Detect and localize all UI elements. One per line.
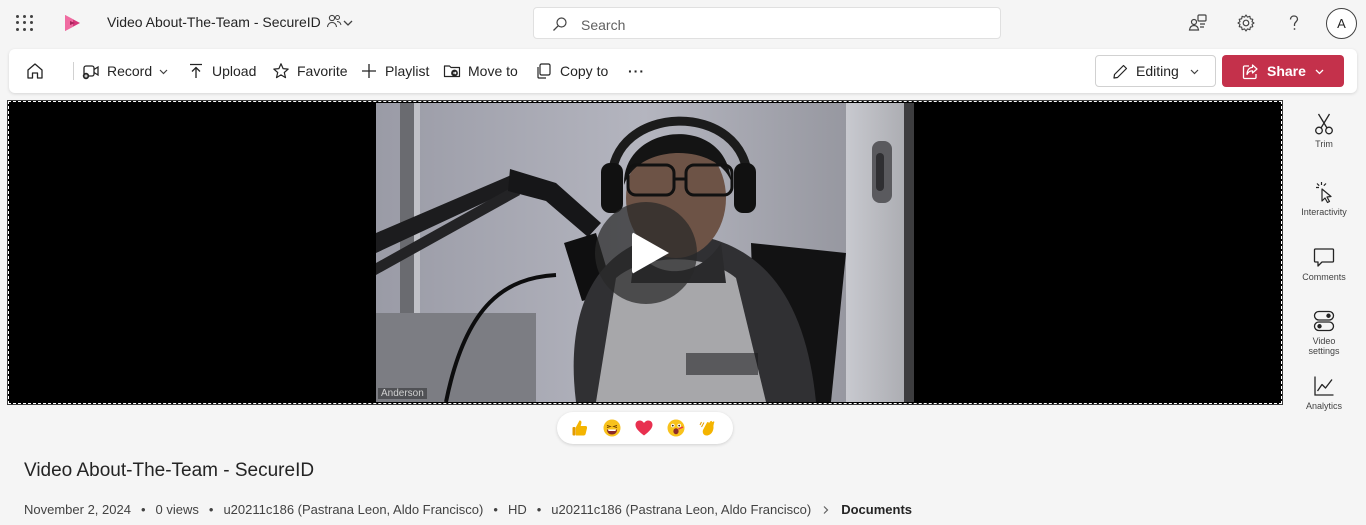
separator: • <box>493 502 498 517</box>
analytics-tool[interactable]: Analytics <box>1290 374 1358 411</box>
feedback-icon[interactable] <box>1188 13 1208 33</box>
editing-label: Editing <box>1136 63 1179 79</box>
editing-mode-button[interactable]: Editing <box>1095 55 1216 87</box>
user-avatar[interactable]: A <box>1326 8 1357 39</box>
copy-icon <box>537 63 551 79</box>
upload-date: November 2, 2024 <box>24 502 131 517</box>
share-button[interactable]: Share <box>1222 55 1344 87</box>
video-player[interactable]: Anderson <box>7 100 1283 405</box>
thumbs-up-icon <box>572 420 588 436</box>
separator: • <box>140 502 146 517</box>
settings-gear-icon[interactable] <box>1236 13 1256 33</box>
chevron-down-icon <box>1315 69 1324 74</box>
chevron-down-icon <box>1190 69 1199 74</box>
search-box[interactable]: Search <box>533 7 1001 39</box>
copy-to-label: Copy to <box>560 63 609 79</box>
reactions-bar <box>557 412 733 444</box>
search-placeholder: Search <box>581 17 626 33</box>
analytics-label: Analytics <box>1305 401 1342 411</box>
move-to-label: Move to <box>468 63 518 79</box>
quality-badge: HD <box>507 502 527 517</box>
comment-icon <box>1313 248 1335 267</box>
owner-name[interactable]: u20211c186 (Pastrana Leon, Aldo Francisc… <box>223 502 483 517</box>
upload-label: Upload <box>212 63 257 79</box>
home-icon <box>27 63 43 79</box>
breadcrumb-folder[interactable]: Documents <box>841 502 912 517</box>
trim-label: Trim <box>1315 139 1333 149</box>
stream-logo-icon[interactable] <box>61 12 83 34</box>
interactivity-tool[interactable]: Interactivity <box>1290 180 1358 217</box>
more-actions-button[interactable]: ··· <box>628 49 645 93</box>
video-settings-tool[interactable]: Video settings <box>1290 309 1358 356</box>
star-icon <box>273 63 289 79</box>
search-icon <box>553 17 567 31</box>
trim-tool[interactable]: Trim <box>1290 112 1358 149</box>
share-icon <box>1242 63 1258 79</box>
shared-people-icon[interactable] <box>326 13 342 29</box>
toggle-settings-icon <box>1313 310 1335 332</box>
surprised-reaction[interactable] <box>666 418 686 438</box>
command-bar: Record Upload Favorite Playlist Move to <box>9 49 1357 93</box>
playlist-label: Playlist <box>385 63 430 79</box>
separator: • <box>536 502 542 517</box>
add-icon <box>362 64 376 78</box>
applause-reaction[interactable] <box>698 418 718 438</box>
comments-label: Comments <box>1302 272 1346 282</box>
interactivity-label: Interactivity <box>1301 207 1347 217</box>
pencil-icon <box>1113 64 1128 79</box>
video-settings-label-1: Video <box>1312 336 1336 346</box>
record-video-icon <box>82 65 99 80</box>
upload-button[interactable]: Upload <box>187 49 256 93</box>
laughing-face-icon <box>603 419 621 437</box>
line-chart-icon <box>1314 376 1334 396</box>
thumbs-up-reaction[interactable] <box>570 418 590 438</box>
share-label: Share <box>1267 63 1306 79</box>
move-folder-icon <box>443 65 461 78</box>
separator: • <box>208 502 214 517</box>
cursor-click-icon <box>1316 182 1332 204</box>
heart-reaction[interactable] <box>634 418 654 438</box>
play-button[interactable] <box>595 202 697 304</box>
copy-to-button[interactable]: Copy to <box>535 49 608 93</box>
heart-icon <box>635 420 653 436</box>
upload-icon <box>190 63 202 78</box>
chevron-down-icon <box>159 69 168 74</box>
top-bar: Video About-The-Team - SecureID Search A <box>0 0 1366 46</box>
help-icon[interactable] <box>1284 13 1304 33</box>
video-frame[interactable]: Anderson <box>376 103 914 402</box>
chevron-right-icon <box>823 505 829 514</box>
clapping-hands-icon <box>699 420 715 436</box>
view-count: 0 views <box>155 502 199 517</box>
comments-tool[interactable]: Comments <box>1290 245 1358 282</box>
chevron-down-icon[interactable] <box>342 17 354 29</box>
video-settings-label-2: settings <box>1308 346 1340 356</box>
move-to-button[interactable]: Move to <box>443 49 518 93</box>
participant-name-tag: Anderson <box>378 388 427 399</box>
document-title[interactable]: Video About-The-Team - SecureID <box>107 14 321 30</box>
video-metadata: November 2, 2024 • 0 views • u20211c186 … <box>24 502 912 517</box>
favorite-label: Favorite <box>297 63 348 79</box>
record-button[interactable]: Record <box>82 49 169 93</box>
laugh-reaction[interactable] <box>602 418 622 438</box>
record-label: Record <box>107 63 153 79</box>
toolbar-divider <box>73 62 74 80</box>
more-actions-label: ··· <box>628 63 645 79</box>
scissors-icon <box>1315 113 1333 135</box>
breadcrumb-owner[interactable]: u20211c186 (Pastrana Leon, Aldo Francisc… <box>551 502 811 517</box>
home-button[interactable] <box>25 49 52 93</box>
surprised-face-icon <box>667 419 685 437</box>
video-title: Video About-The-Team - SecureID <box>24 460 315 481</box>
favorite-button[interactable]: Favorite <box>272 49 348 93</box>
app-launcher-icon[interactable] <box>14 13 34 33</box>
playlist-button[interactable]: Playlist <box>360 49 429 93</box>
